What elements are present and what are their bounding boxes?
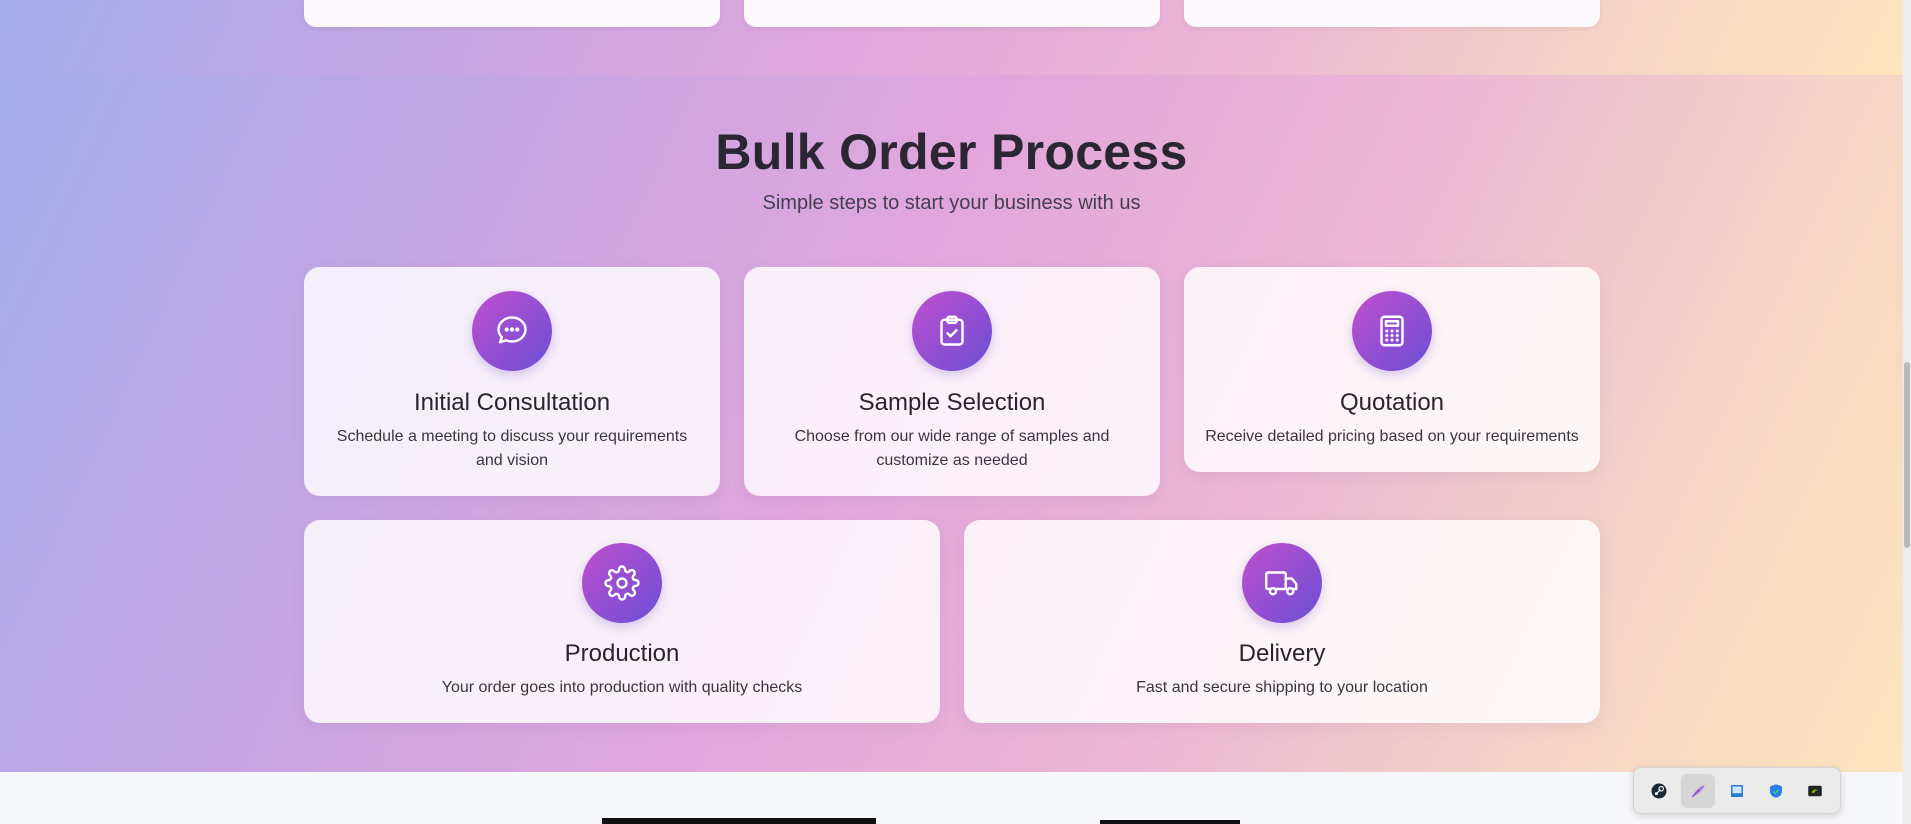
scrollbar-thumb[interactable] xyxy=(1904,362,1910,548)
step-card-production: Production Your order goes into producti… xyxy=(304,520,940,723)
step-description: Choose from our wide range of samples an… xyxy=(794,428,1110,469)
system-tray-overflow xyxy=(1633,767,1841,814)
previous-card-3 xyxy=(1184,0,1600,27)
step-card-sample-selection: Sample Selection Choose from our wide ra… xyxy=(744,267,1160,496)
previous-card-1 xyxy=(304,0,720,27)
section-subtitle: Simple steps to start your business with… xyxy=(762,192,1141,214)
window-icon[interactable] xyxy=(1720,774,1754,808)
step-title: Delivery xyxy=(1238,640,1326,667)
next-section-background xyxy=(0,772,1903,824)
step-title: Quotation xyxy=(1339,389,1445,416)
previous-card-2 xyxy=(744,0,1160,27)
step-card-quotation: Quotation Receive detailed pricing based… xyxy=(1184,267,1600,472)
previous-section-background xyxy=(0,0,1903,75)
page-scrollbar[interactable] xyxy=(1903,0,1911,824)
gear-icon xyxy=(582,543,662,623)
step-title: Initial Consultation xyxy=(413,389,611,416)
bulk-order-process-section: Bulk Order Process Simple steps to start… xyxy=(0,75,1903,772)
step-title: Sample Selection xyxy=(858,389,1046,416)
chat-bubble-icon xyxy=(472,291,552,371)
step-description: Fast and secure shipping to your locatio… xyxy=(1136,679,1428,696)
nvidia-icon[interactable] xyxy=(1798,774,1832,808)
step-description: Schedule a meeting to discuss your requi… xyxy=(336,428,688,469)
step-description: Receive detailed pricing based on your r… xyxy=(1205,428,1579,445)
steam-icon[interactable] xyxy=(1642,774,1676,808)
section-title: Bulk Order Process xyxy=(715,124,1188,180)
step-title: Production xyxy=(564,640,680,667)
feather-icon[interactable] xyxy=(1681,773,1716,808)
step-card-initial-consultation: Initial Consultation Schedule a meeting … xyxy=(304,267,720,496)
partner-logo-fragment xyxy=(602,818,876,824)
step-description: Your order goes into production with qua… xyxy=(441,679,803,696)
truck-icon xyxy=(1242,543,1322,623)
step-card-delivery: Delivery Fast and secure shipping to you… xyxy=(964,520,1600,723)
calculator-icon xyxy=(1352,291,1432,371)
partner-logo-fragment xyxy=(1100,820,1240,824)
clipboard-check-icon xyxy=(912,291,992,371)
shield-check-icon[interactable] xyxy=(1759,774,1793,808)
